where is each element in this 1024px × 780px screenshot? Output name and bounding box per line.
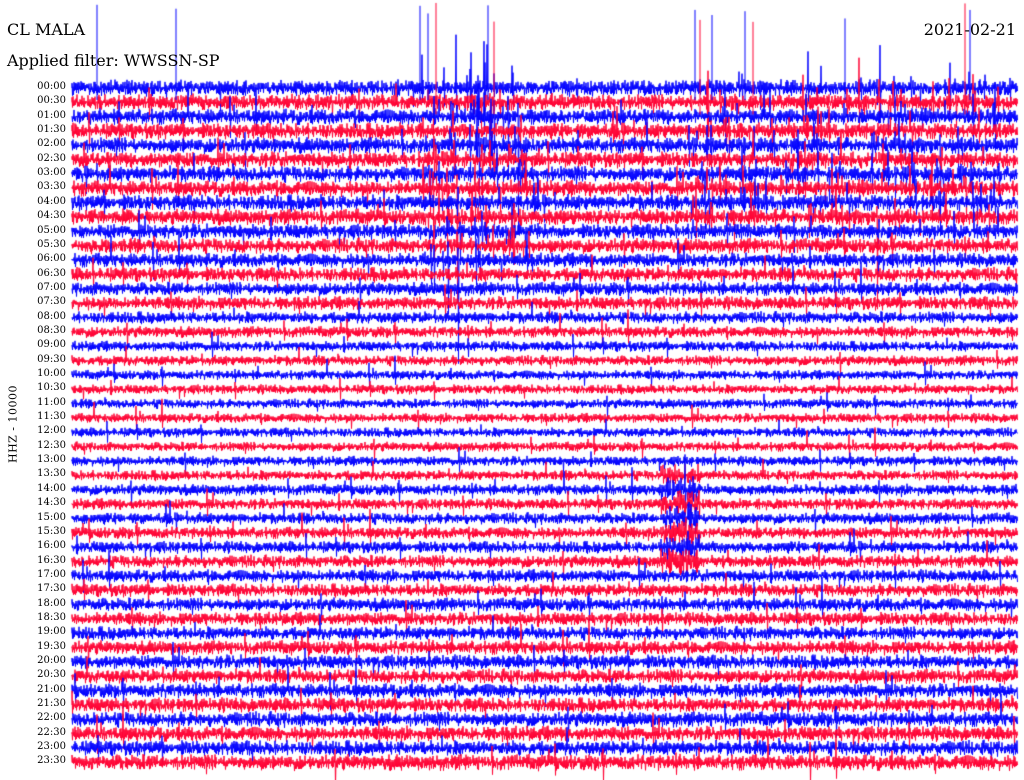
row-time-label: 19:00 [37, 626, 66, 638]
row-time-label: 08:30 [37, 324, 66, 336]
row-time-label: 01:30 [37, 124, 66, 136]
row-time-label: 23:30 [37, 755, 66, 767]
row-time-label: 07:00 [37, 281, 66, 293]
row-time-label: 14:30 [37, 497, 66, 509]
row-time-label: 09:30 [37, 353, 66, 365]
row-time-label: 03:00 [37, 167, 66, 179]
row-time-label: 13:30 [37, 468, 66, 480]
station-title: CL MALA [7, 20, 86, 39]
row-time-label: 00:00 [37, 81, 66, 92]
y-axis-label: HHZ - 10000 [6, 384, 20, 464]
row-time-label: 13:00 [37, 454, 66, 466]
filter-label: Applied filter: WWSSN-SP [7, 51, 220, 70]
row-time-label: 21:30 [37, 698, 66, 710]
row-time-label: 22:00 [37, 712, 66, 724]
row-time-label: 09:00 [37, 339, 66, 351]
row-time-label: 20:30 [37, 669, 66, 681]
helicorder-page: CL MALA Applied filter: WWSSN-SP 2021-02… [0, 0, 1024, 780]
row-time-label: 08:00 [37, 310, 66, 322]
row-time-label: 12:00 [37, 425, 66, 437]
row-time-label: 14:00 [37, 482, 66, 494]
row-time-label: 02:00 [37, 138, 66, 150]
date-label: 2021-02-21 [923, 20, 1016, 39]
row-time-label: 23:00 [37, 741, 66, 753]
row-time-label: 10:00 [37, 368, 66, 379]
row-time-label: 04:00 [37, 195, 66, 207]
row-time-label: 06:30 [37, 267, 66, 279]
row-time-label: 16:30 [37, 554, 66, 566]
row-time-label: 22:30 [37, 726, 66, 738]
row-time-label: 10:30 [37, 382, 66, 394]
row-time-label: 21:00 [37, 683, 66, 695]
row-time-label: 15:00 [37, 511, 66, 523]
helicorder-plot [0, 0, 1024, 780]
row-time-label: 07:30 [37, 296, 66, 308]
row-time-label: 00:30 [37, 95, 66, 107]
row-time-label: 16:00 [37, 540, 66, 552]
row-time-label: 02:30 [37, 152, 66, 164]
row-time-label: 18:00 [37, 597, 66, 609]
row-time-label: 11:30 [37, 411, 66, 423]
row-time-label: 05:30 [37, 238, 66, 250]
row-time-label: 12:30 [37, 439, 66, 451]
row-time-label: 15:30 [37, 525, 66, 537]
row-time-label: 01:00 [37, 109, 66, 121]
row-time-label: 17:30 [37, 583, 66, 595]
row-time-label: 19:30 [37, 640, 66, 652]
row-time-label: 03:30 [37, 181, 66, 193]
row-time-label: 11:00 [37, 396, 66, 408]
row-time-label: 18:30 [37, 611, 66, 623]
row-time-label: 20:00 [37, 655, 66, 666]
row-time-label: 17:00 [37, 568, 66, 580]
row-time-label: 04:30 [37, 210, 66, 222]
row-time-label: 05:00 [37, 224, 66, 236]
row-time-label: 06:00 [37, 253, 66, 265]
